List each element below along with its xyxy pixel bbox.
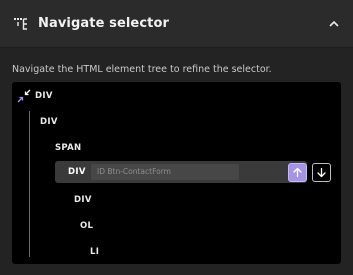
tree-node-div[interactable]: DIV <box>35 91 53 101</box>
arrow-up-icon <box>293 167 302 178</box>
tree-node-selected[interactable]: DIV ID Btn-ContactForm <box>55 161 307 183</box>
tree-guide-line <box>29 111 30 257</box>
tree-node-div[interactable]: DIV <box>40 117 58 127</box>
selected-node-id: ID Btn-ContactForm <box>91 164 239 180</box>
move-down-button[interactable] <box>312 163 331 182</box>
collapse-arrows-icon[interactable] <box>17 88 31 103</box>
selected-node-id-label: ID Btn-ContactForm <box>97 167 171 176</box>
panel-header[interactable]: Navigate selector <box>0 0 353 48</box>
tree-node-ol[interactable]: OL <box>80 221 93 231</box>
arrow-down-icon <box>317 167 326 178</box>
move-up-button[interactable] <box>288 163 307 182</box>
chevron-up-icon[interactable] <box>327 16 341 30</box>
navigate-selector-panel: Navigate selector Navigate the HTML elem… <box>0 0 353 275</box>
tree-node-div[interactable]: DIV <box>74 195 92 205</box>
tree-node-span[interactable]: SPAN <box>55 143 81 153</box>
selector-tree-icon <box>13 17 29 33</box>
panel-description: Navigate the HTML element tree to refine… <box>12 64 272 75</box>
panel-title: Navigate selector <box>38 16 170 31</box>
selected-node-tag: DIV <box>68 167 86 177</box>
tree-node-li[interactable]: LI <box>90 247 99 257</box>
element-tree: DIV DIV SPAN DIV ID Btn-ContactForm DIV … <box>12 82 341 264</box>
